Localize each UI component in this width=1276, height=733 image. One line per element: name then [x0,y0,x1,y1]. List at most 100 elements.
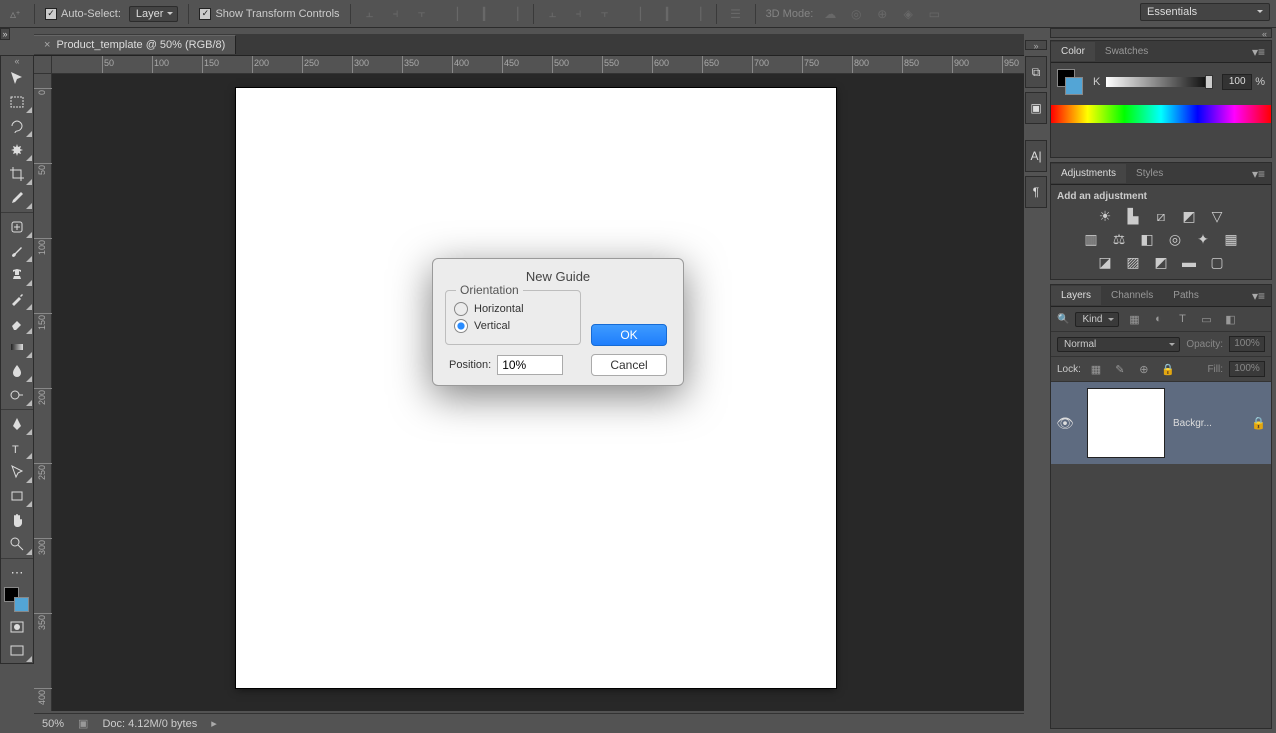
panel-menu-icon[interactable]: ▾≡ [1246,167,1271,181]
panel-group-collapse-icon[interactable]: « [1050,28,1272,38]
vertical-radio[interactable]: Vertical [454,319,572,333]
show-transform-checkbox[interactable]: ✓Show Transform Controls [199,8,339,20]
lock-all-icon[interactable]: 🔒 [1159,361,1177,377]
position-input[interactable] [497,355,563,375]
lookup-icon[interactable]: ▦ [1223,231,1239,248]
edit-toolbar-icon[interactable]: ⋯ [1,561,33,585]
hand-tool[interactable] [1,508,33,532]
healing-brush-tool[interactable] [1,215,33,239]
layer-visibility-icon[interactable]: 👁 [1051,415,1079,432]
color-swatch-pair[interactable] [1057,69,1085,95]
layer-filter-kind-dropdown[interactable]: Kind [1075,312,1119,327]
doc-size-label[interactable]: Doc: 4.12M/0 bytes [102,718,197,730]
align-hcenter-icon[interactable]: ▎ [479,5,497,23]
marquee-tool[interactable] [1,90,33,114]
dodge-tool[interactable] [1,383,33,407]
3d-roll-icon[interactable]: ◎ [847,5,865,23]
panel-menu-icon[interactable]: ▾≡ [1246,45,1271,59]
background-color-swatch[interactable] [14,597,29,612]
selective-color-icon[interactable]: ▢ [1209,254,1225,271]
status-nav-icon[interactable]: ▣ [78,717,88,730]
opacity-input[interactable]: 100% [1229,336,1265,352]
character-panel-icon[interactable]: A| [1025,140,1047,172]
lock-position-icon[interactable]: ⊕ [1135,361,1153,377]
blend-mode-dropdown[interactable]: Normal [1057,337,1180,352]
paragraph-panel-icon[interactable]: ¶ [1025,176,1047,208]
brush-tool[interactable] [1,239,33,263]
magic-wand-tool[interactable] [1,138,33,162]
vertical-ruler[interactable]: 050100150200250300350400 [34,74,52,711]
3d-orbit-icon[interactable]: ☁ [821,5,839,23]
canvas[interactable] [236,88,836,688]
distribute-hcenter-icon[interactable]: ▎ [662,5,680,23]
gradient-tool[interactable] [1,335,33,359]
fill-input[interactable]: 100% [1229,361,1265,377]
close-tab-icon[interactable]: × [44,39,50,51]
curves-icon[interactable]: ⧄ [1153,208,1169,225]
canvas-viewport[interactable] [52,74,1024,711]
filter-shape-icon[interactable]: ▭ [1197,311,1215,327]
bw-icon[interactable]: ◧ [1139,231,1155,248]
layer-row[interactable]: 👁 Backgr... 🔒 [1051,382,1271,464]
panel-menu-icon[interactable]: ▾≡ [1246,289,1271,303]
distribute-top-icon[interactable]: ⫠ [544,5,562,23]
color-balance-icon[interactable]: ⚖ [1111,231,1127,248]
distribute-vcenter-icon[interactable]: ⫞ [570,5,588,23]
foreground-background-colors[interactable] [1,585,33,615]
path-selection-tool[interactable] [1,460,33,484]
levels-icon[interactable]: ▙ [1125,208,1141,225]
move-tool[interactable] [1,66,33,90]
distribute-bottom-icon[interactable]: ⫟ [596,5,614,23]
shape-tool[interactable] [1,484,33,508]
workspace-selector[interactable]: Essentials [1140,3,1270,21]
distribute-left-icon[interactable]: ▏ [636,5,654,23]
layers-tab[interactable]: Layers [1051,286,1101,305]
k-value-input[interactable]: 100 [1222,74,1252,90]
blur-tool[interactable] [1,359,33,383]
align-left-edges-icon[interactable]: ▏ [453,5,471,23]
clone-stamp-tool[interactable] [1,263,33,287]
lock-transparent-icon[interactable]: ▦ [1087,361,1105,377]
history-panel-icon[interactable]: ⧉ [1025,56,1047,88]
eyedropper-tool[interactable] [1,186,33,210]
properties-panel-icon[interactable]: ▣ [1025,92,1047,124]
hue-sat-icon[interactable]: ▥ [1083,231,1099,248]
align-top-edges-icon[interactable]: ⫠ [361,5,379,23]
swatches-tab[interactable]: Swatches [1095,42,1158,61]
eraser-tool[interactable] [1,311,33,335]
auto-align-icon[interactable]: ☰ [727,5,745,23]
styles-tab[interactable]: Styles [1126,164,1173,183]
threshold-icon[interactable]: ◩ [1153,254,1169,271]
3d-pan-icon[interactable]: ⊕ [873,5,891,23]
distribute-right-icon[interactable]: ▕ [688,5,706,23]
invert-icon[interactable]: ◪ [1097,254,1113,271]
align-right-edges-icon[interactable]: ▕ [505,5,523,23]
horizontal-radio[interactable]: Horizontal [454,302,572,316]
quick-mask-icon[interactable] [1,615,33,639]
doc-info-chevron-icon[interactable]: ▸ [211,717,217,730]
3d-slide-icon[interactable]: ◈ [899,5,917,23]
adjustments-tab[interactable]: Adjustments [1051,164,1126,183]
color-spectrum-ramp[interactable] [1051,105,1271,123]
screen-mode-icon[interactable] [1,639,33,663]
filter-type-icon[interactable]: T [1173,311,1191,327]
zoom-tool[interactable] [1,532,33,556]
auto-select-dropdown[interactable]: Layer [129,6,179,22]
layer-thumbnail[interactable] [1087,388,1165,458]
lock-image-icon[interactable]: ✎ [1111,361,1129,377]
panel-collapse-stub[interactable]: » [0,28,10,40]
3d-scale-icon[interactable]: ▭ [925,5,943,23]
channel-mixer-icon[interactable]: ✦ [1195,231,1211,248]
slider-knob-icon[interactable] [1205,75,1213,89]
filter-adjustment-icon[interactable]: ◐ [1149,311,1167,327]
align-vcenter-icon[interactable]: ⫞ [387,5,405,23]
gradient-map-icon[interactable]: ▬ [1181,254,1197,271]
zoom-level[interactable]: 50% [42,718,64,730]
color-tab[interactable]: Color [1051,42,1095,61]
auto-select-checkbox[interactable]: ✓Auto-Select: [45,8,121,20]
align-bottom-edges-icon[interactable]: ⫟ [413,5,431,23]
tools-collapse-icon[interactable]: « [1,56,33,66]
channels-tab[interactable]: Channels [1101,286,1163,305]
brightness-icon[interactable]: ☀ [1097,208,1113,225]
crop-tool[interactable] [1,162,33,186]
